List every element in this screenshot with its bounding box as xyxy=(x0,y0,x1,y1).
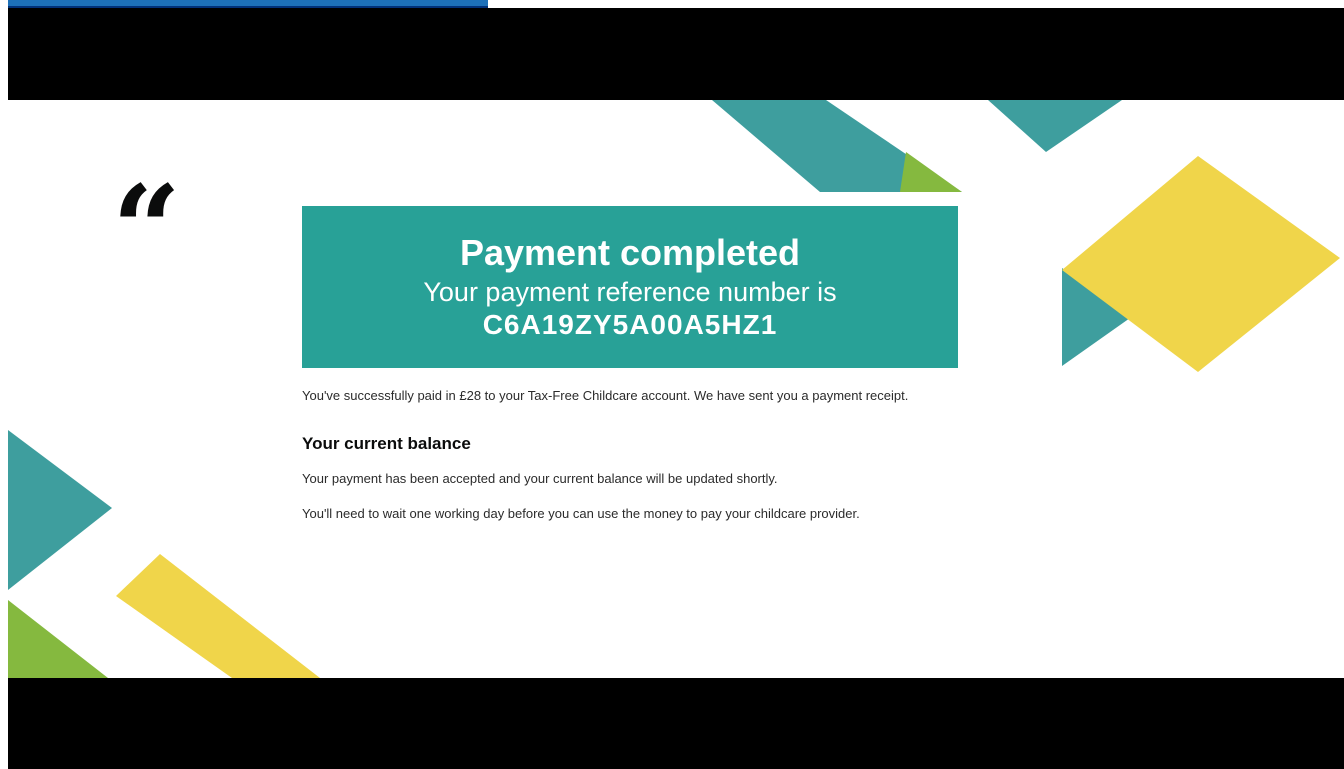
quote-icon: “ xyxy=(112,159,182,300)
video-frame: “ Payment completed Your payment referen… xyxy=(0,0,1344,769)
right-yellow-diamond xyxy=(1062,156,1340,372)
top-teal-band xyxy=(712,100,962,192)
reference-intro: Your payment reference number is xyxy=(423,277,837,307)
left-teal-triangle xyxy=(8,430,112,590)
confirmation-text: You've successfully paid in £28 to your … xyxy=(302,388,909,403)
reference-number: C6A19ZY5A00A5HZ1 xyxy=(482,309,778,340)
right-teal-triangle xyxy=(1062,268,1130,366)
decorative-shapes xyxy=(8,100,1340,678)
left-yellow-bar xyxy=(116,554,320,678)
letterbox-top xyxy=(8,8,1344,100)
balance-heading: Your current balance xyxy=(302,434,471,453)
confirmation-body: You've successfully paid in £28 to your … xyxy=(302,386,962,523)
top-right-teal-triangle xyxy=(988,100,1122,152)
wait-text: You'll need to wait one working day befo… xyxy=(302,506,860,521)
payment-confirmation-panel: Payment completed Your payment reference… xyxy=(302,206,958,368)
balance-text: Your payment has been accepted and your … xyxy=(302,471,778,486)
letterbox-bottom xyxy=(8,678,1344,769)
left-edge xyxy=(0,8,8,769)
left-green-shape xyxy=(8,600,108,678)
top-green-wedge xyxy=(900,152,962,192)
panel-title: Payment completed xyxy=(459,232,801,273)
